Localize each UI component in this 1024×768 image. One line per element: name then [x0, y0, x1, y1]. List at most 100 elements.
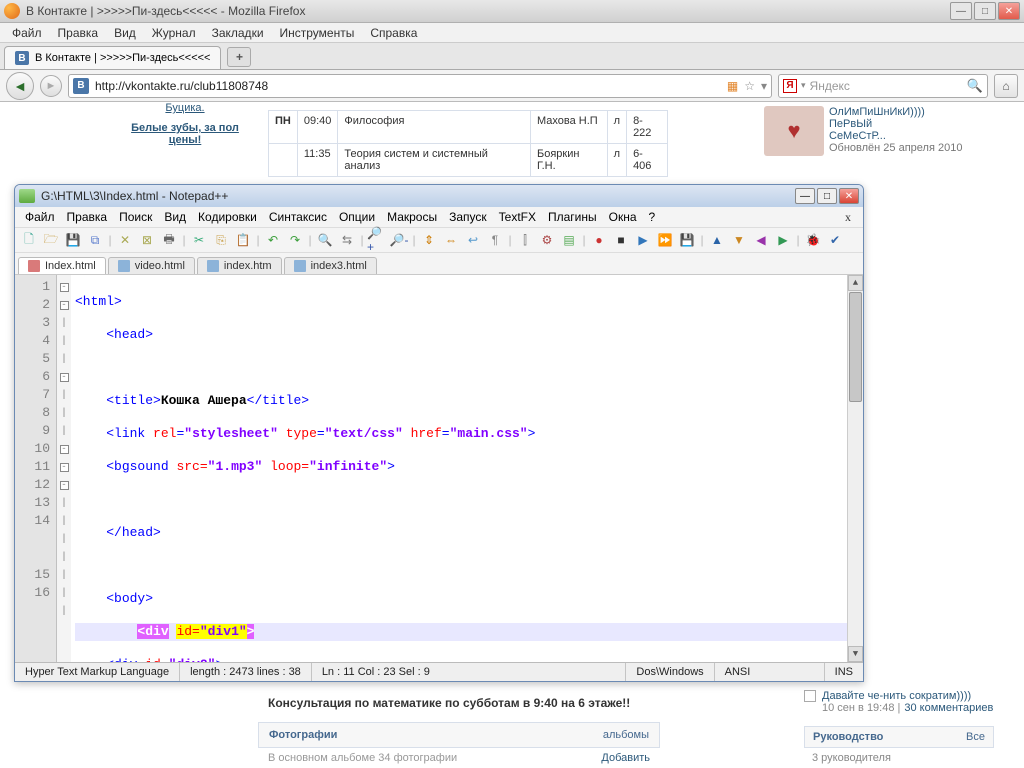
- replace-icon[interactable]: ⇆: [337, 230, 357, 250]
- play-multi-icon[interactable]: ⏩: [655, 230, 675, 250]
- npp-menu-view[interactable]: Вид: [158, 208, 192, 226]
- prev-icon[interactable]: ◀: [751, 230, 771, 250]
- print-icon[interactable]: 🖶: [159, 230, 179, 250]
- wordwrap-icon[interactable]: ↩: [463, 230, 483, 250]
- record-icon[interactable]: ●: [589, 230, 609, 250]
- indent-guide-icon[interactable]: ⫿: [515, 230, 535, 250]
- forward-button[interactable]: ►: [40, 75, 62, 97]
- redo-icon[interactable]: ↷: [285, 230, 305, 250]
- copy-icon[interactable]: ⎘: [211, 230, 231, 250]
- menu-file[interactable]: Файл: [6, 24, 48, 42]
- search-bar[interactable]: Я ▾ Яндекс 🔍: [778, 74, 988, 98]
- page-content: Буцика. Белые зубы, за пол цены! ПН 09:4…: [0, 102, 1024, 768]
- url-bar[interactable]: В http://vkontakte.ru/club11808748 ▦ ☆ ▾: [68, 74, 772, 98]
- minimize-button[interactable]: —: [950, 2, 972, 20]
- menu-help[interactable]: Справка: [364, 24, 423, 42]
- search-icon[interactable]: 🔍: [967, 78, 983, 94]
- schedule-table: ПН 09:40 Философия Махова Н.П л 8-222 11…: [268, 110, 668, 177]
- fold-icon[interactable]: -: [60, 481, 69, 490]
- maximize-button[interactable]: □: [974, 2, 996, 20]
- npp-menu-encoding[interactable]: Кодировки: [192, 208, 263, 226]
- next-icon[interactable]: ▶: [773, 230, 793, 250]
- lang-icon[interactable]: ⚙: [537, 230, 557, 250]
- npp-menu-file[interactable]: Файл: [19, 208, 61, 226]
- doc-tab[interactable]: Index.html: [18, 257, 106, 274]
- new-file-icon[interactable]: 🗋: [19, 230, 39, 250]
- play-icon[interactable]: ▶: [633, 230, 653, 250]
- url-dropdown-icon[interactable]: ▾: [761, 79, 767, 93]
- undo-icon[interactable]: ↶: [263, 230, 283, 250]
- npp-menu-windows[interactable]: Окна: [603, 208, 643, 226]
- doc-map-icon[interactable]: ▤: [559, 230, 579, 250]
- npp-menu-textfx[interactable]: TextFX: [493, 208, 542, 226]
- open-file-icon[interactable]: 🗁: [41, 230, 61, 250]
- show-all-chars-icon[interactable]: ¶: [485, 230, 505, 250]
- doc-tab[interactable]: index.htm: [197, 257, 282, 274]
- albums-link[interactable]: альбомы: [603, 729, 649, 741]
- close-button[interactable]: ✕: [998, 2, 1020, 20]
- save-icon[interactable]: 💾: [63, 230, 83, 250]
- fold-icon[interactable]: -: [60, 373, 69, 382]
- menu-view[interactable]: Вид: [108, 24, 142, 42]
- link-butsika[interactable]: Буцика.: [120, 102, 250, 114]
- link-teeth[interactable]: Белые зубы, за пол цены!: [120, 122, 250, 146]
- expand-icon[interactable]: ▼: [729, 230, 749, 250]
- save-all-icon[interactable]: ⧉: [85, 230, 105, 250]
- checkbox-icon[interactable]: [804, 690, 816, 702]
- close-file-icon[interactable]: ✕: [115, 230, 135, 250]
- editor-scrollbar[interactable]: ▲ ▼: [847, 275, 863, 662]
- fold-icon[interactable]: -: [60, 445, 69, 454]
- all-link[interactable]: Все: [966, 731, 985, 743]
- npp-close-button[interactable]: ✕: [839, 188, 859, 204]
- menu-history[interactable]: Журнал: [146, 24, 202, 42]
- npp-menu-plugins[interactable]: Плагины: [542, 208, 603, 226]
- save-macro-icon[interactable]: 💾: [677, 230, 697, 250]
- npp-minimize-button[interactable]: —: [795, 188, 815, 204]
- zoom-in-icon[interactable]: 🔎+: [367, 230, 387, 250]
- new-tab-button[interactable]: +: [227, 47, 251, 67]
- browser-tab[interactable]: В В Контакте | >>>>>Пи-здесь<<<<<: [4, 46, 221, 69]
- npp-maximize-button[interactable]: □: [817, 188, 837, 204]
- scroll-thumb[interactable]: [849, 292, 862, 402]
- npp-menu-macro[interactable]: Макросы: [381, 208, 443, 226]
- npp-close-doc-button[interactable]: х: [837, 210, 859, 225]
- topic-link[interactable]: Давайте че-нить сократим)))): [822, 690, 993, 702]
- sync-h-icon[interactable]: ⇔: [441, 230, 461, 250]
- npp-titlebar[interactable]: G:\HTML\3\Index.html - Notepad++ — □ ✕: [15, 185, 863, 207]
- doc-tab[interactable]: video.html: [108, 257, 195, 274]
- find-icon[interactable]: 🔍: [315, 230, 335, 250]
- doc-tab[interactable]: index3.html: [284, 257, 377, 274]
- back-button[interactable]: ◄: [6, 72, 34, 100]
- bug-icon[interactable]: 🐞: [803, 230, 823, 250]
- stop-icon[interactable]: ■: [611, 230, 631, 250]
- npp-menu-run[interactable]: Запуск: [443, 208, 493, 226]
- spellcheck-icon[interactable]: ✔: [825, 230, 845, 250]
- menu-tools[interactable]: Инструменты: [274, 24, 361, 42]
- fold-icon[interactable]: -: [60, 463, 69, 472]
- cut-icon[interactable]: ✂: [189, 230, 209, 250]
- npp-menu-search[interactable]: Поиск: [113, 208, 158, 226]
- promo-image[interactable]: [764, 106, 824, 156]
- scroll-down-icon[interactable]: ▼: [848, 646, 863, 662]
- npp-menu-help[interactable]: ?: [643, 208, 662, 226]
- fold-icon[interactable]: -: [60, 301, 69, 310]
- close-all-icon[interactable]: ⊠: [137, 230, 157, 250]
- zoom-out-icon[interactable]: 🔎-: [389, 230, 409, 250]
- fold-icon[interactable]: -: [60, 283, 69, 292]
- scroll-up-icon[interactable]: ▲: [848, 275, 863, 291]
- bookmark-star-icon[interactable]: ☆: [744, 79, 755, 93]
- npp-menu-settings[interactable]: Опции: [333, 208, 381, 226]
- home-button[interactable]: ⌂: [994, 74, 1018, 98]
- feed-icon[interactable]: ▦: [727, 79, 738, 93]
- paste-icon[interactable]: 📋: [233, 230, 253, 250]
- menu-bookmarks[interactable]: Закладки: [206, 24, 270, 42]
- sync-v-icon[interactable]: ⇕: [419, 230, 439, 250]
- code-body[interactable]: <html> <head> <title>Кошка Ашера</title>…: [71, 275, 863, 662]
- menu-edit[interactable]: Правка: [52, 24, 105, 42]
- comments-link[interactable]: 30 комментариев: [904, 702, 993, 714]
- npp-menu-edit[interactable]: Правка: [61, 208, 114, 226]
- npp-menu-syntax[interactable]: Синтаксис: [263, 208, 333, 226]
- add-photo-link[interactable]: Добавить: [601, 752, 650, 764]
- code-editor[interactable]: 123 456 789 101112 1314 1516 - - ||| - |…: [15, 275, 863, 662]
- collapse-icon[interactable]: ▲: [707, 230, 727, 250]
